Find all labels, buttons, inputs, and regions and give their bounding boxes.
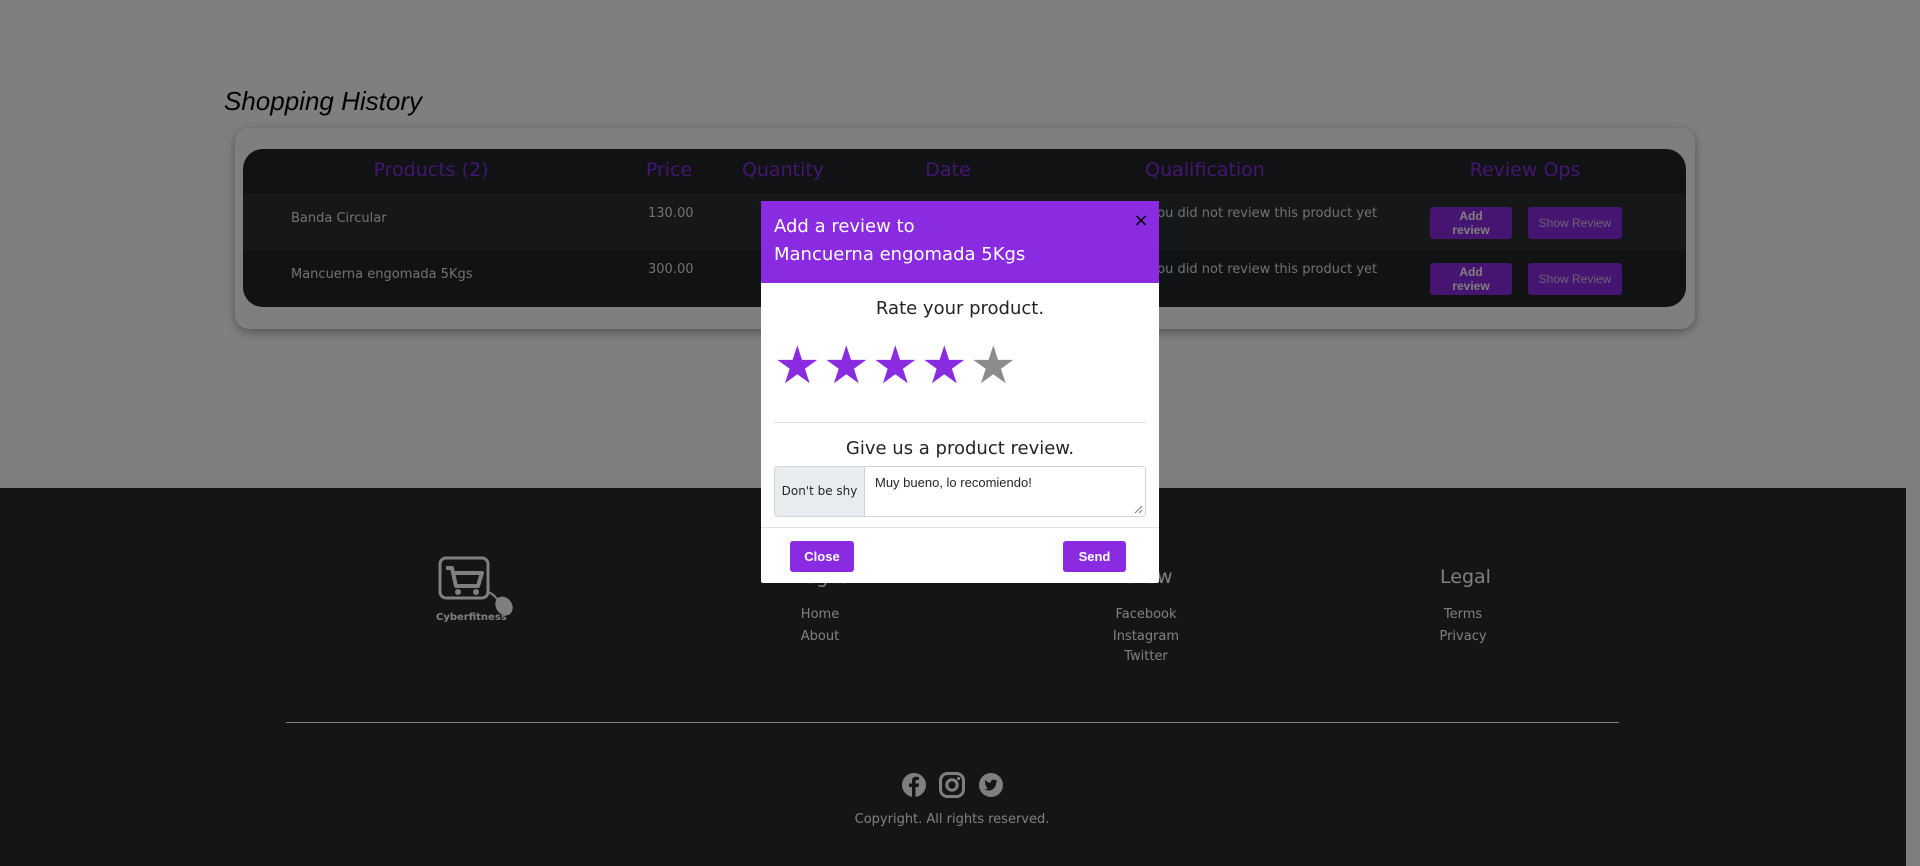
review-title: Give us a product review. xyxy=(845,438,1075,459)
star-filled-icon[interactable]: ★ xyxy=(774,340,821,392)
send-button[interactable]: Send xyxy=(1063,541,1126,572)
resize-grip-icon[interactable] xyxy=(1134,505,1143,514)
modal-product-name: Mancuerna engomada 5Kgs xyxy=(774,244,1026,265)
add-review-modal: Add a review to Mancuerna engomada 5Kgs … xyxy=(761,201,1159,583)
rate-title: Rate your product. xyxy=(875,298,1045,319)
modal-footer-divider xyxy=(761,527,1159,528)
modal-header: Add a review to Mancuerna engomada 5Kgs … xyxy=(761,201,1159,283)
review-textarea[interactable] xyxy=(865,467,1145,516)
close-icon[interactable]: × xyxy=(1133,212,1149,230)
star-filled-icon[interactable]: ★ xyxy=(872,340,919,392)
modal-divider xyxy=(774,422,1146,423)
review-input-group: Don't be shy xyxy=(774,466,1146,517)
close-button[interactable]: Close xyxy=(790,541,854,572)
review-addon-label: Don't be shy xyxy=(775,467,865,516)
modal-title: Add a review to xyxy=(774,216,915,237)
star-filled-icon[interactable]: ★ xyxy=(921,340,968,392)
star-filled-icon[interactable]: ★ xyxy=(823,340,870,392)
star-empty-icon[interactable]: ★ xyxy=(970,340,1017,392)
